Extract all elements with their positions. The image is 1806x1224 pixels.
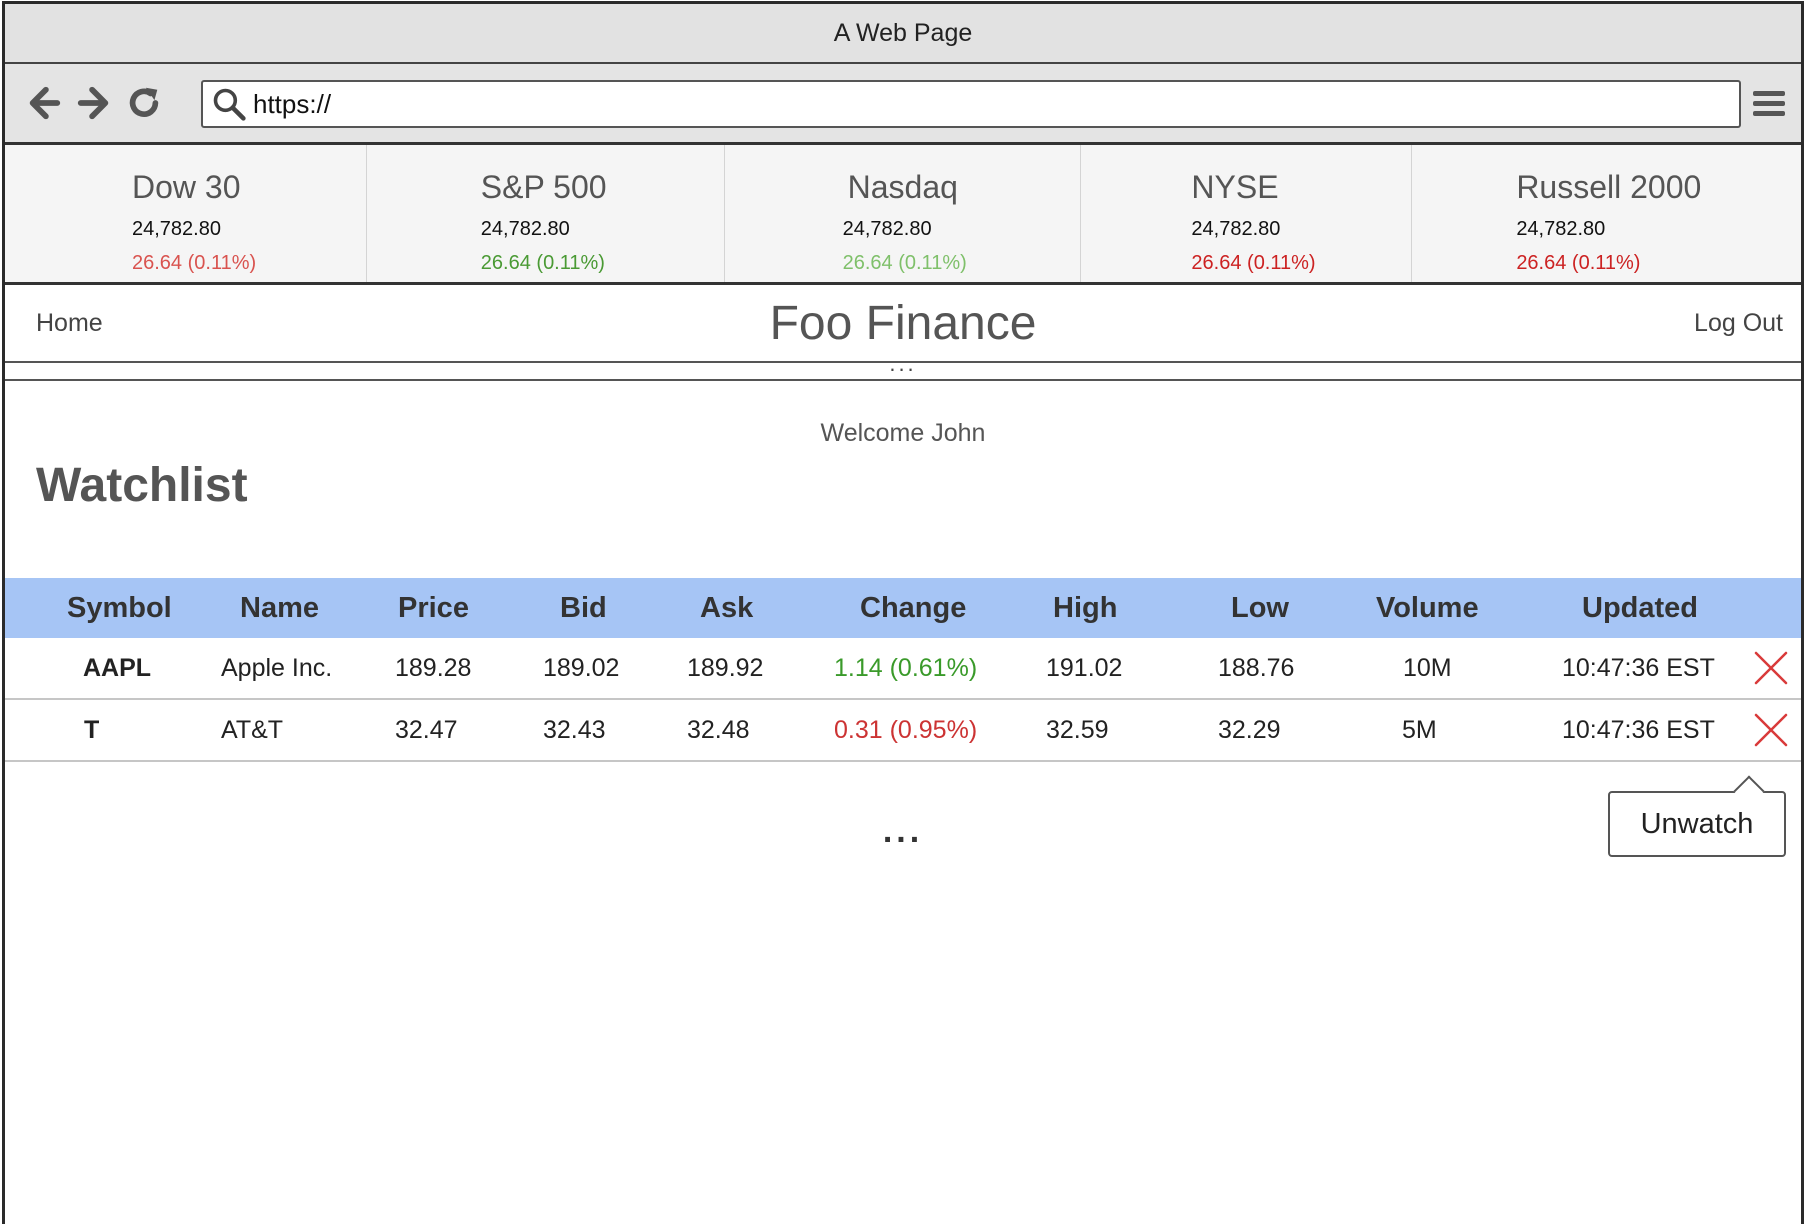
ticker-name: Nasdaq — [847, 169, 958, 205]
cell-high: 191.02 — [1046, 653, 1123, 682]
close-x-icon[interactable] — [1753, 650, 1789, 686]
nav-ellipsis: ... — [889, 351, 917, 376]
table-header: Symbol Name Price Bid Ask Change High Lo… — [5, 578, 1801, 638]
cell-change: 0.31 (0.95%) — [834, 715, 978, 744]
table-row[interactable]: AAPL Apple Inc. 189.28 189.02 189.92 1.1… — [5, 638, 1801, 700]
cell-low: 32.29 — [1218, 715, 1281, 744]
cell-name: Apple Inc. — [221, 653, 333, 682]
col-change[interactable]: Change — [860, 592, 966, 625]
ticker-change: 26.64 (0.11%) — [480, 252, 605, 274]
tooltip-label: Unwatch — [1640, 807, 1754, 840]
ticker-change: 26.64 (0.11%) — [1191, 252, 1316, 274]
cell-volume: 10M — [1403, 653, 1452, 682]
cell-price: 32.47 — [395, 715, 458, 744]
hamburger-menu-icon — [1753, 91, 1785, 116]
col-name[interactable]: Name — [240, 592, 319, 625]
ticker-name: Russell 2000 — [1516, 169, 1702, 205]
browser-window: A Web Page https:// Dow 30 24,782.80 26.… — [2, 1, 1804, 1224]
url-input[interactable] — [253, 88, 1653, 120]
more-ellipsis: ... — [882, 812, 924, 850]
col-updated[interactable]: Updated — [1582, 592, 1698, 625]
ticker-name: S&P 500 — [480, 169, 607, 205]
col-ask[interactable]: Ask — [700, 592, 753, 625]
cell-symbol: AAPL — [83, 653, 152, 682]
cell-symbol: T — [84, 715, 100, 744]
ticker-item-dow[interactable]: Dow 30 24,782.80 26.64 (0.11%) — [5, 145, 367, 282]
reload-icon — [129, 87, 159, 117]
cell-ask: 189.92 — [687, 653, 764, 682]
browser-toolbar — [5, 64, 1801, 145]
ticker-value: 24,782.80 — [842, 218, 932, 240]
ticker-value: 24,782.80 — [1191, 218, 1281, 240]
window-title: A Web Page — [833, 18, 973, 47]
unwatch-tooltip: Unwatch — [1608, 791, 1786, 857]
col-price[interactable]: Price — [398, 592, 469, 625]
cell-updated: 10:47:36 EST — [1562, 653, 1715, 682]
browser-menu-button[interactable] — [1751, 86, 1787, 122]
arrow-left-icon — [29, 86, 61, 120]
cell-ask: 32.48 — [687, 715, 750, 744]
ticker-item-russell[interactable]: Russell 2000 24,782.80 26.64 (0.11%) — [1412, 145, 1801, 282]
search-icon — [213, 88, 246, 121]
ticker-value: 24,782.80 — [480, 218, 570, 240]
cell-name: AT&T — [221, 715, 284, 744]
col-symbol[interactable]: Symbol — [67, 592, 172, 625]
site-brand: Foo Finance — [769, 296, 1037, 350]
cell-price: 189.28 — [395, 653, 472, 682]
cell-low: 188.76 — [1218, 653, 1295, 682]
welcome-message: Welcome John — [820, 419, 986, 447]
ticker-value: 24,782.80 — [1516, 218, 1606, 240]
ticker-change: 26.64 (0.11%) — [842, 252, 967, 274]
cell-high: 32.59 — [1046, 715, 1109, 744]
ticker-name: Dow 30 — [132, 169, 241, 205]
market-ticker: Dow 30 24,782.80 26.64 (0.11%) S&P 500 2… — [5, 145, 1801, 285]
address-bar[interactable] — [201, 80, 1741, 128]
ticker-name: NYSE — [1191, 169, 1279, 205]
cell-volume: 5M — [1402, 715, 1437, 744]
logout-link[interactable]: Log Out — [1694, 309, 1783, 338]
ticker-item-nasdaq[interactable]: Nasdaq 24,782.80 26.64 (0.11%) — [725, 145, 1082, 282]
forward-button[interactable] — [69, 78, 119, 128]
arrow-right-icon — [77, 86, 109, 120]
close-x-icon[interactable] — [1753, 712, 1789, 748]
col-volume[interactable]: Volume — [1376, 592, 1479, 625]
reload-button[interactable] — [119, 78, 169, 128]
cell-bid: 189.02 — [543, 653, 620, 682]
ticker-item-nyse[interactable]: NYSE 24,782.80 26.64 (0.11%) — [1081, 145, 1413, 282]
ticker-item-sp500[interactable]: S&P 500 24,782.80 26.64 (0.11%) — [367, 145, 725, 282]
table-row[interactable]: T AT&T 32.47 32.43 32.48 0.31 (0.95%) 32… — [5, 700, 1801, 762]
page-title: Watchlist — [36, 459, 248, 512]
window-titlebar: A Web Page — [5, 4, 1801, 64]
col-low[interactable]: Low — [1231, 592, 1289, 625]
col-bid[interactable]: Bid — [560, 592, 607, 625]
cell-change: 1.14 (0.61%) — [834, 653, 978, 682]
back-button[interactable] — [19, 78, 69, 128]
ticker-change: 26.64 (0.11%) — [1516, 252, 1641, 274]
nav-separator: ... — [5, 351, 1801, 381]
col-high[interactable]: High — [1053, 592, 1117, 625]
watchlist-table: Symbol Name Price Bid Ask Change High Lo… — [5, 578, 1801, 762]
cell-updated: 10:47:36 EST — [1562, 715, 1715, 744]
ticker-value: 24,782.80 — [132, 218, 221, 240]
cell-bid: 32.43 — [543, 715, 606, 744]
ticker-change: 26.64 (0.11%) — [132, 252, 257, 274]
